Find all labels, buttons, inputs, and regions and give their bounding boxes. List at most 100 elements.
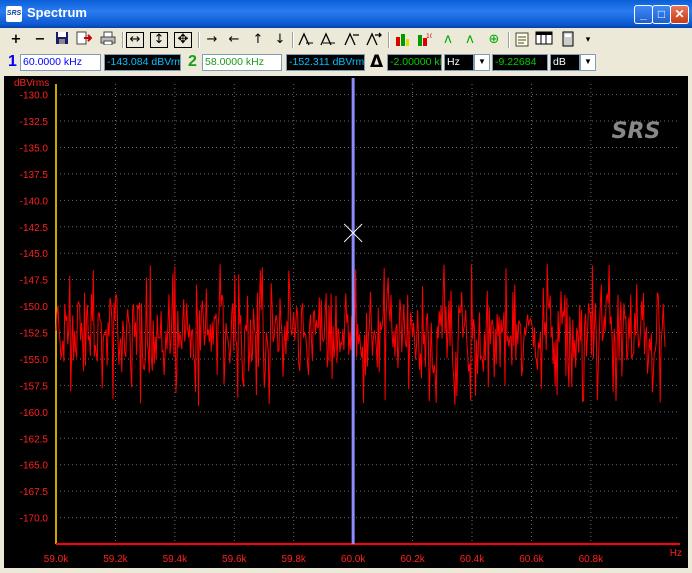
cursor-peak-icon: ʌ (444, 32, 452, 47)
fit-vertical-button[interactable]: ↕ (150, 32, 168, 48)
x-tick-label: 59.8k (281, 554, 306, 565)
delta-frequency-unit-dropdown[interactable]: ▼ (474, 54, 490, 71)
clipboard-icon (515, 32, 529, 47)
printer-icon (100, 31, 116, 46)
delta-level-readout: -9.22684 (492, 54, 548, 71)
peak-right-button[interactable] (318, 31, 338, 49)
crosshair-icon: ⊕ (488, 32, 500, 47)
cursor-readout-bar: 1 60.0000 kHz -143.084 dBVrms 2 58.0000 … (2, 52, 690, 74)
toolbar-separator (198, 32, 200, 48)
x-tick-label: 60.2k (400, 554, 425, 565)
export-icon (76, 31, 93, 45)
chevron-down-icon: ▼ (584, 57, 592, 66)
pan-right-button[interactable]: → (202, 31, 222, 49)
save-button[interactable] (52, 31, 72, 49)
srs-watermark-logo: SRS (612, 119, 661, 144)
harmonic-left-button[interactable] (342, 31, 362, 49)
cursor-2-frequency-field[interactable]: 58.0000 kHz (202, 54, 282, 71)
print-button[interactable] (98, 31, 118, 49)
arrow-right-icon: → (206, 32, 218, 47)
spectrum-chart: -130.0 -132.5 -135.0 -137.5 -140.0 -142.5 -145… (20, 78, 680, 565)
peak-left-icon (298, 32, 313, 46)
minimize-button[interactable]: _ (634, 5, 653, 24)
cursor-peak-icon: ʌ (466, 32, 474, 47)
title-bar[interactable]: SRS Spectrum _ □ ✕ (0, 0, 692, 28)
properties-button[interactable] (512, 31, 532, 49)
harmonic-right-button[interactable] (364, 31, 384, 49)
spectrum-trace (55, 264, 666, 406)
remove-trace-button[interactable]: − (30, 31, 50, 49)
cursor-1-frequency-field[interactable]: 60.0000 kHz (20, 54, 101, 71)
harmonic-right-icon (366, 32, 382, 46)
delta-frequency-unit-select[interactable]: Hz (444, 54, 474, 71)
pan-left-button[interactable]: ← (224, 31, 244, 49)
toolbar-separator (292, 32, 294, 48)
y-tick-label: -132.5 (20, 117, 49, 128)
y-tick-label: -135.0 (20, 143, 49, 154)
y-tick-label: -167.5 (20, 487, 49, 498)
x-tick-label: 59.0k (44, 554, 69, 565)
svg-text:10: 10 (426, 33, 432, 40)
chevron-down-icon: ▼ (478, 57, 486, 66)
fit-vertical-icon: ↕ (153, 32, 165, 47)
peak-left-button[interactable] (296, 31, 316, 49)
y-tick-label: -142.5 (20, 223, 49, 234)
x-tick-label: 60.8k (579, 554, 604, 565)
arrow-down-icon: ↓ (274, 32, 286, 47)
y-tick-label: -150.0 (20, 302, 49, 313)
y-tick-label: -170.0 (20, 514, 49, 525)
chart-options-button[interactable] (392, 31, 412, 49)
x-tick-label: 59.4k (163, 554, 188, 565)
pan-down-button[interactable]: ↓ (270, 31, 290, 49)
fit-all-button[interactable]: ✥ (174, 32, 192, 48)
calculator-icon (562, 31, 574, 47)
delta-level-unit-select[interactable]: dB (550, 54, 580, 71)
pan-up-button[interactable]: ↑ (248, 31, 268, 49)
more-button[interactable]: ▾ (578, 31, 598, 49)
fit-horizontal-button[interactable]: ↔ (126, 32, 144, 48)
delta-level-unit-dropdown[interactable]: ▼ (580, 54, 596, 71)
maximize-icon: □ (657, 7, 666, 21)
cursor-1-level-readout: -143.084 dBVrms (104, 54, 181, 71)
calculator-button[interactable] (558, 31, 578, 49)
toolbar-separator (508, 32, 510, 48)
x-tick-label: 60.6k (519, 554, 544, 565)
export-button[interactable] (74, 31, 94, 49)
y-tick-label: -165.0 (20, 461, 49, 472)
y-tick-label: -130.0 (20, 91, 49, 102)
y-tick-label: -147.5 (20, 276, 49, 287)
crosshair-button[interactable]: ⊕ (484, 31, 504, 49)
y-tick-label: -137.5 (20, 170, 49, 181)
x-axis-unit-label: Hz (669, 548, 682, 559)
y-tick-label: -157.5 (20, 381, 49, 392)
floppy-icon (56, 32, 68, 44)
arrow-up-icon: ↑ (252, 32, 264, 47)
cursor-2-level-readout: -152.311 dBVrms (286, 54, 365, 71)
y-tick-label: -145.0 (20, 249, 49, 260)
x-tick-label: 59.2k (103, 554, 128, 565)
cursor-1-button[interactable]: ʌ (438, 31, 458, 49)
cursor-2-button[interactable]: ʌ (460, 31, 480, 49)
status-strip (0, 568, 692, 573)
toolbar-separator (122, 32, 124, 48)
spectrum-plot[interactable]: dBVrms -130.0 -132.5 -135.0 -137.5 -140.0 -14… (4, 76, 688, 568)
chart-scale-button[interactable]: 10 (414, 31, 434, 49)
table-icon (535, 31, 553, 45)
cursor-2-label: 2 (188, 53, 197, 70)
spectrum-window: SRS Spectrum _ □ ✕ + − ↔ ↕ ✥ → ← ↑ ↓ 10 (0, 0, 692, 573)
harmonic-left-icon (344, 32, 359, 46)
chevron-down-icon: ▾ (585, 35, 591, 45)
close-button[interactable]: ✕ (670, 5, 689, 24)
x-tick-label: 60.0k (341, 554, 366, 565)
peak-right-icon (320, 32, 335, 46)
bar-chart-icon (396, 34, 409, 46)
delta-symbol: Δ (370, 52, 384, 72)
y-tick-label: -162.5 (20, 434, 49, 445)
y-tick-label: -155.0 (20, 355, 49, 366)
table-button[interactable] (534, 31, 554, 49)
bar-chart-10-icon: 10 (418, 33, 434, 46)
maximize-button[interactable]: □ (652, 5, 671, 24)
fit-horizontal-icon: ↔ (129, 32, 141, 47)
cursor-1-label: 1 (8, 53, 17, 70)
add-trace-button[interactable]: + (6, 31, 26, 49)
